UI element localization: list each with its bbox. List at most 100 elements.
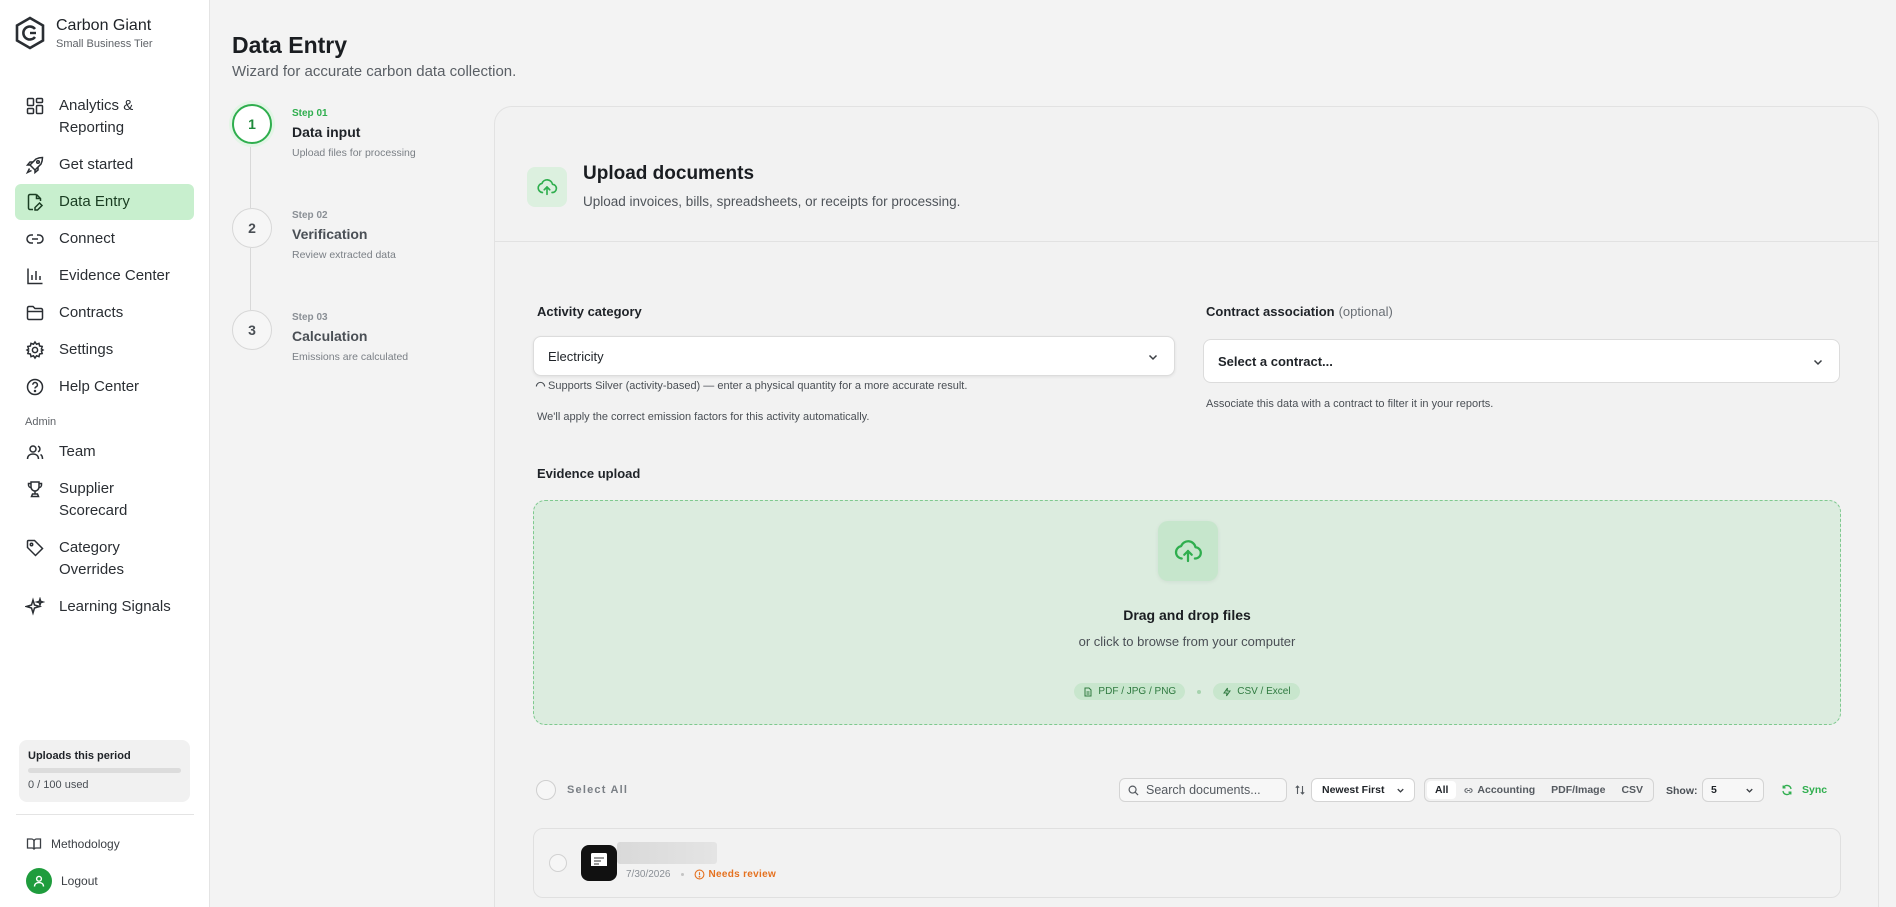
contract-select[interactable]: Select a contract... bbox=[1203, 339, 1840, 383]
sidebar: Carbon Giant Small Business Tier Analyti… bbox=[0, 0, 210, 907]
dashboard-icon bbox=[26, 97, 44, 115]
filter-pdf-image[interactable]: PDF/Image bbox=[1543, 781, 1613, 799]
uploads-usage-card: Uploads this period 0 / 100 used bbox=[19, 740, 190, 802]
trophy-icon bbox=[27, 481, 43, 498]
page-title: Data Entry bbox=[232, 32, 348, 58]
sidebar-item-get-started[interactable]: Get started bbox=[15, 147, 194, 183]
spinner-icon bbox=[535, 381, 546, 387]
step-kicker: Step 01 bbox=[292, 108, 328, 119]
step-kicker: Step 02 bbox=[292, 210, 328, 221]
search-icon bbox=[1128, 785, 1139, 796]
sidebar-nav: Analytics & Reporting Get started Data E… bbox=[15, 88, 194, 626]
sidebar-item-settings[interactable]: Settings bbox=[15, 332, 194, 368]
activity-category-select[interactable]: Electricity bbox=[533, 336, 1175, 376]
file-type-filter: All Accounting PDF/Image CSV bbox=[1424, 778, 1655, 802]
sync-button[interactable]: Sync bbox=[1781, 784, 1827, 796]
usage-progress-bar bbox=[28, 768, 181, 773]
filter-accounting[interactable]: Accounting bbox=[1456, 781, 1543, 799]
step-number: 2 bbox=[232, 208, 272, 248]
activity-category-label: Activity category bbox=[537, 304, 642, 319]
evidence-upload-label: Evidence upload bbox=[537, 466, 641, 481]
dropzone-subtitle: or click to browse from your computer bbox=[1078, 634, 1296, 649]
sidebar-item-category-overrides[interactable]: Category Overrides bbox=[15, 530, 194, 588]
rocket-icon bbox=[25, 156, 44, 175]
upload-card-header: Upload documents Upload invoices, bills,… bbox=[495, 107, 1878, 242]
cloud-upload-icon bbox=[527, 167, 567, 207]
sort-select[interactable]: Newest First bbox=[1311, 778, 1415, 802]
step-title: Data input bbox=[292, 124, 361, 140]
admin-section-heading: Admin bbox=[25, 416, 57, 428]
folder-icon bbox=[26, 305, 44, 321]
link-icon bbox=[26, 234, 44, 244]
status-badge: Needs review bbox=[694, 869, 777, 880]
book-icon bbox=[26, 838, 42, 850]
filter-all[interactable]: All bbox=[1427, 781, 1457, 799]
sort-icon[interactable] bbox=[1294, 784, 1306, 796]
step-kicker: Step 03 bbox=[292, 312, 328, 323]
document-row[interactable]: 7/30/2026 Needs review bbox=[533, 828, 1841, 898]
logout-button[interactable]: Logout bbox=[26, 868, 98, 894]
sidebar-item-supplier-scorecard[interactable]: Supplier Scorecard bbox=[15, 471, 194, 529]
sparkles-icon bbox=[25, 597, 45, 616]
document-icon bbox=[591, 853, 607, 873]
step-description: Upload files for processing bbox=[292, 147, 416, 159]
usage-title: Uploads this period bbox=[28, 750, 131, 762]
sidebar-item-team[interactable]: Team bbox=[15, 434, 194, 470]
page-size-value: 5 bbox=[1711, 784, 1717, 796]
file-type-tag: CSV / Excel bbox=[1213, 683, 1300, 700]
chevron-down-icon bbox=[1813, 359, 1823, 366]
sidebar-item-contracts[interactable]: Contracts bbox=[15, 295, 194, 331]
step-title: Verification bbox=[292, 226, 368, 242]
search-input[interactable]: Search documents... bbox=[1119, 778, 1287, 802]
file-edit-icon bbox=[27, 193, 44, 211]
methodology-link[interactable]: Methodology bbox=[26, 836, 120, 852]
upload-title: Upload documents bbox=[583, 163, 755, 184]
step-description: Review extracted data bbox=[292, 249, 396, 261]
chevron-down-icon bbox=[1746, 788, 1753, 793]
sidebar-item-learning-signals[interactable]: Learning Signals bbox=[15, 589, 194, 625]
page-size-select[interactable]: 5 bbox=[1702, 778, 1764, 802]
document-date: 7/30/2026 bbox=[626, 869, 671, 880]
methodology-label: Methodology bbox=[51, 837, 120, 851]
brand[interactable]: Carbon Giant Small Business Tier bbox=[14, 16, 153, 50]
sidebar-item-data-entry[interactable]: Data Entry bbox=[15, 184, 194, 220]
page-subtitle: Wizard for accurate carbon data collecti… bbox=[232, 63, 517, 80]
document-thumbnail bbox=[581, 845, 617, 881]
help-circle-icon bbox=[26, 378, 44, 396]
contract-placeholder: Select a contract... bbox=[1218, 353, 1333, 369]
sidebar-item-evidence-center[interactable]: Evidence Center bbox=[15, 258, 194, 294]
sidebar-item-label: Help Center bbox=[59, 378, 140, 395]
separator-dot bbox=[1197, 689, 1202, 694]
avatar bbox=[26, 868, 52, 894]
sidebar-item-label: Learning Signals bbox=[59, 598, 171, 615]
upload-subtitle: Upload invoices, bills, spreadsheets, or… bbox=[583, 194, 961, 209]
sidebar-item-analytics[interactable]: Analytics & Reporting bbox=[15, 88, 194, 146]
sort-value: Newest First bbox=[1322, 784, 1385, 796]
bar-chart-icon bbox=[27, 268, 43, 285]
step-title: Calculation bbox=[292, 328, 368, 344]
sidebar-item-label: Get started bbox=[59, 156, 134, 173]
sidebar-item-help-center[interactable]: Help Center bbox=[15, 369, 194, 405]
filter-csv[interactable]: CSV bbox=[1613, 781, 1651, 799]
sidebar-item-connect[interactable]: Connect bbox=[15, 221, 194, 257]
document-checkbox[interactable] bbox=[549, 854, 567, 872]
activity-hint-tier: Supports Silver (activity-based) — enter… bbox=[535, 380, 967, 392]
select-all-checkbox[interactable]: Select All bbox=[536, 780, 628, 800]
file-dropzone[interactable]: Drag and drop files or click to browse f… bbox=[533, 500, 1841, 725]
contract-hint: Associate this data with a contract to f… bbox=[1206, 398, 1494, 410]
select-all-label: Select All bbox=[567, 784, 629, 796]
sidebar-item-label: Analytics & Reporting bbox=[59, 97, 134, 136]
sidebar-divider bbox=[16, 814, 194, 815]
separator-dot bbox=[680, 873, 684, 876]
file-icon bbox=[1084, 687, 1092, 696]
select-all-circle bbox=[536, 780, 556, 800]
logout-label: Logout bbox=[61, 874, 98, 888]
contract-association-label: Contract association (optional) bbox=[1206, 304, 1393, 319]
dropzone-file-types: PDF / JPG / PNG CSV / Excel bbox=[534, 683, 1840, 700]
users-icon bbox=[26, 445, 44, 460]
file-type-tag: PDF / JPG / PNG bbox=[1074, 683, 1186, 700]
lightning-icon bbox=[1223, 687, 1232, 696]
stepper-connector bbox=[250, 248, 251, 310]
document-meta: 7/30/2026 Needs review bbox=[626, 869, 776, 880]
link-icon bbox=[1464, 787, 1474, 793]
